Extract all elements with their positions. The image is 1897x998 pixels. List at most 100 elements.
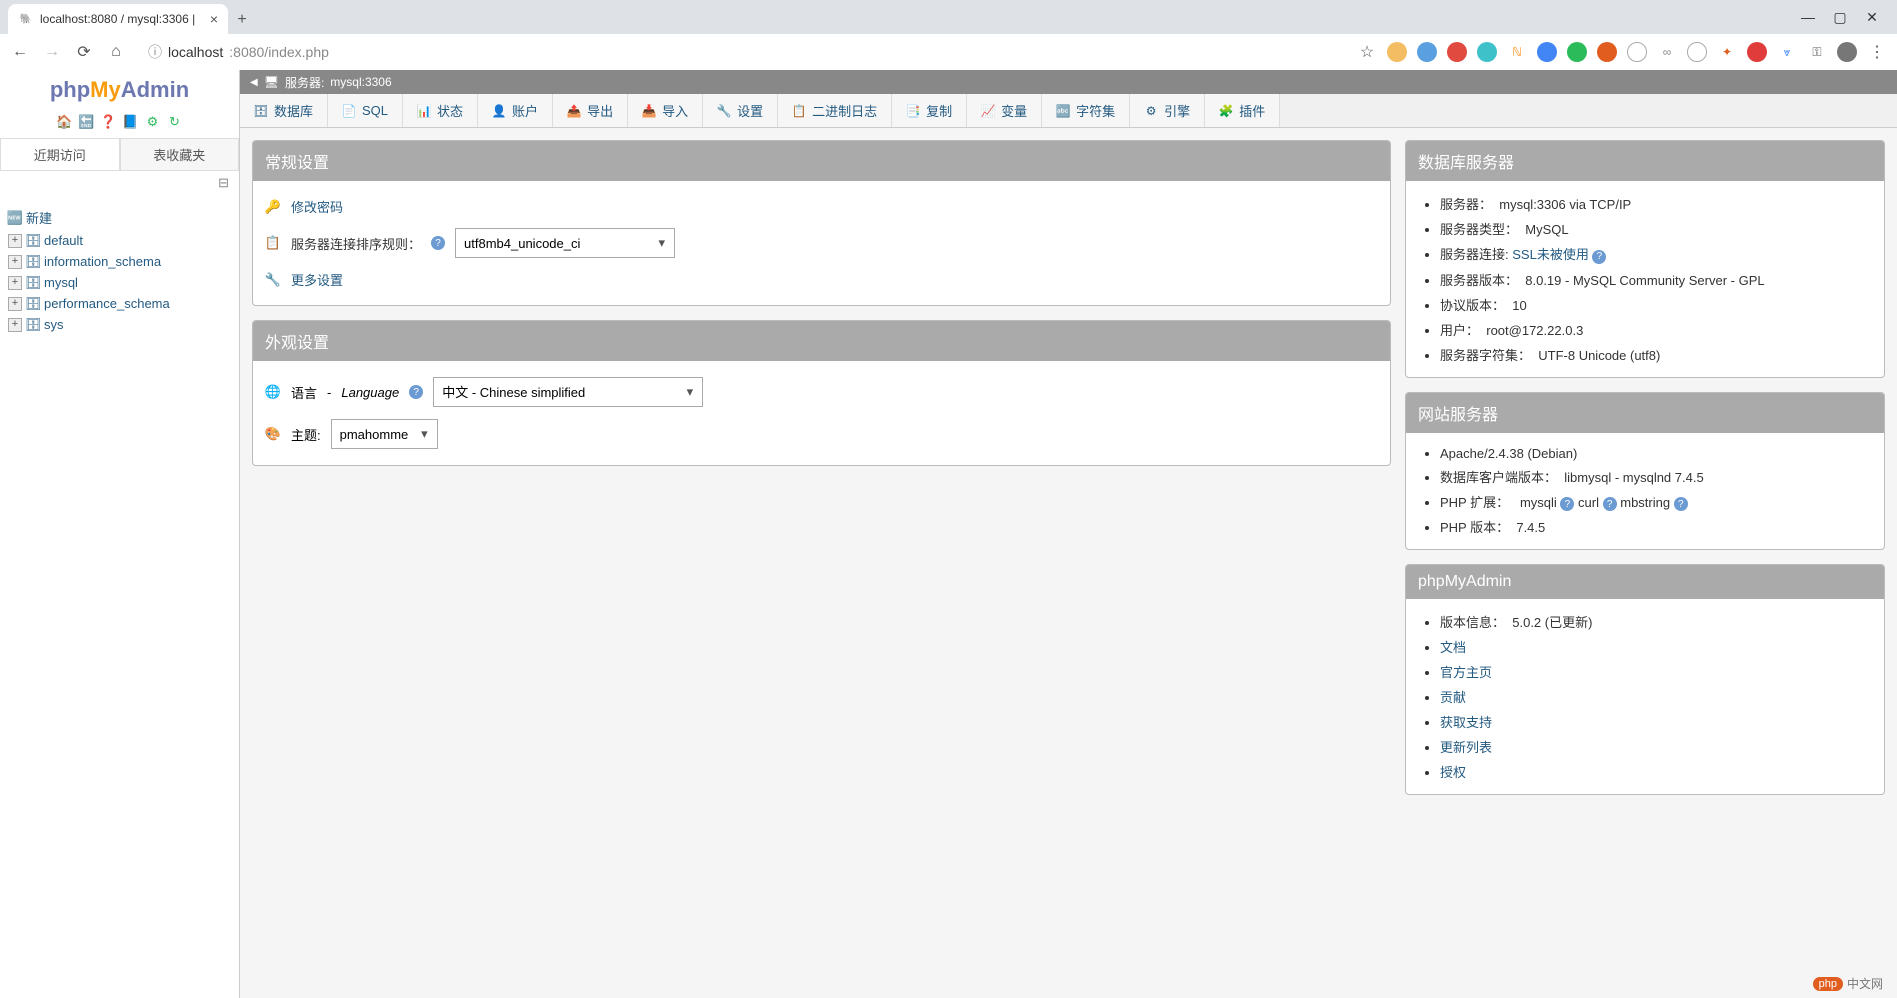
panel-title: 外观设置 [253,321,1390,361]
sidebar-tab-favorites[interactable]: 表收藏夹 [120,138,240,170]
server-value: mysql:3306 [330,75,391,89]
tab-settings[interactable]: 🔧设置 [703,94,778,127]
collapse-left-icon[interactable]: ◀ [250,77,258,88]
help-icon[interactable]: ? [409,385,423,399]
db-server-panel: 数据库服务器 服务器： mysql:3306 via TCP/IP 服务器类型：… [1405,140,1885,378]
tab-databases[interactable]: 🗄数据库 [240,94,328,127]
expand-icon[interactable]: + [8,234,22,248]
tab-replication[interactable]: 📑复制 [892,94,967,127]
theme-select[interactable]: pmahomme [331,419,438,449]
tab-charsets[interactable]: 🔤字符集 [1042,94,1130,127]
ext-icon[interactable] [1537,42,1557,62]
appearance-panel: 外观设置 🌐 语言 - Language ? 中文 - Chinese simp… [252,320,1391,466]
avatar-icon[interactable] [1837,42,1857,62]
ext-icon[interactable]: ∞ [1657,42,1677,62]
tab-import[interactable]: 📥导入 [628,94,703,127]
ext-icon[interactable]: ✦ [1717,42,1737,62]
docs-icon[interactable]: ❓ [101,114,117,130]
url-field[interactable]: ⓘ localhost:8080/index.php [138,38,339,66]
minimize-button[interactable]: — [1801,10,1815,24]
ssl-warning-link[interactable]: SSL未被使用 [1512,247,1589,262]
back-button[interactable]: ← [10,42,30,62]
phpmyadmin-logo[interactable]: phpMyAdmin [0,70,239,110]
logout-icon[interactable]: 🔚 [79,114,95,130]
help-icon[interactable]: ? [1592,250,1606,264]
maximize-button[interactable]: ▢ [1833,10,1847,24]
ext-icon[interactable]: ℕ [1507,42,1527,62]
content-row: 常规设置 🔑 修改密码 📋 服务器连接排序规则： ? u [240,128,1897,807]
browser-tab[interactable]: 🐘 localhost:8080 / mysql:3306 | × [8,4,228,34]
favicon-icon: 🐘 [18,11,34,27]
home-button[interactable]: ⌂ [106,42,126,62]
ext-icon[interactable] [1387,42,1407,62]
help-icon[interactable]: ? [1674,497,1688,511]
charset-icon: 🔤 [1056,104,1070,118]
tab-variables[interactable]: 📈变量 [967,94,1042,127]
expand-icon[interactable]: + [8,318,22,332]
help-icon[interactable]: ? [1603,497,1617,511]
ext-icon[interactable] [1627,42,1647,62]
tree-db-item[interactable]: + 🗄 mysql [6,272,233,293]
tab-engines[interactable]: ⚙引擎 [1130,94,1205,127]
ext-icon[interactable] [1597,42,1617,62]
watermark-badge: php [1813,977,1843,991]
tree-db-item[interactable]: + 🗄 default [6,230,233,251]
pma-link-license[interactable]: 授权 [1440,765,1466,780]
settings-icon[interactable]: 📘 [123,114,139,130]
pma-link-home[interactable]: 官方主页 [1440,665,1492,680]
expand-icon[interactable]: + [8,297,22,311]
tree-db-item[interactable]: + 🗄 sys [6,314,233,335]
tree-db-item[interactable]: + 🗄 information_schema [6,251,233,272]
ext-icon[interactable] [1417,42,1437,62]
site-info-icon[interactable]: ⓘ [148,42,162,62]
tree-new-db[interactable]: 🆕 新建 [6,205,233,230]
forward-button[interactable]: → [42,42,62,62]
sidebar-tab-recent[interactable]: 近期访问 [0,138,120,170]
pma-link-contribute[interactable]: 贡献 [1440,690,1466,705]
reload-button[interactable]: ⟳ [74,42,94,62]
key-icon[interactable]: ⚿ [1807,42,1827,62]
reload-icon[interactable]: ↻ [167,114,183,130]
new-tab-button[interactable]: + [228,6,256,34]
tree-new-label: 新建 [26,208,52,227]
ext-icon[interactable] [1747,42,1767,62]
tree-db-item[interactable]: + 🗄 performance_schema [6,293,233,314]
db-tree: 🆕 新建 + 🗄 default + 🗄 information_schema … [0,195,239,345]
extension-icons: ☆ ℕ ∞ ✦ ⩔ ⚿ ⋮ [1357,42,1887,62]
expand-icon[interactable]: + [8,276,22,290]
home-icon[interactable]: 🏠 [57,114,73,130]
ext-icon[interactable]: ⩔ [1777,42,1797,62]
panel-title: phpMyAdmin [1406,565,1884,599]
pma-link-support[interactable]: 获取支持 [1440,715,1492,730]
help-icon[interactable]: ? [431,236,445,250]
nav-settings-icon[interactable]: ⚙ [145,114,161,130]
pma-link-changes[interactable]: 更新列表 [1440,740,1492,755]
tab-accounts[interactable]: 👤账户 [478,94,553,127]
star-icon[interactable]: ☆ [1357,42,1377,62]
list-item: Apache/2.4.38 (Debian) [1440,443,1872,464]
ext-icon[interactable] [1447,42,1467,62]
collapse-icon[interactable]: ⊟ [208,171,239,195]
tab-sql[interactable]: 📄SQL [328,94,403,127]
close-tab-icon[interactable]: × [210,11,218,27]
language-select[interactable]: 中文 - Chinese simplified [433,377,703,407]
db-name: mysql [44,275,78,290]
ext-icon[interactable] [1477,42,1497,62]
menu-icon[interactable]: ⋮ [1867,42,1887,62]
tab-binlog[interactable]: 📋二进制日志 [778,94,892,127]
pma-link-docs[interactable]: 文档 [1440,640,1466,655]
expand-icon[interactable]: + [8,255,22,269]
tab-plugins[interactable]: 🧩插件 [1205,94,1280,127]
more-settings-link[interactable]: 更多设置 [291,270,343,289]
change-password-link[interactable]: 修改密码 [291,197,343,216]
tab-status[interactable]: 📊状态 [403,94,478,127]
close-window-button[interactable]: ✕ [1865,10,1879,24]
help-icon[interactable]: ? [1560,497,1574,511]
ext-icon[interactable] [1687,42,1707,62]
collation-select[interactable]: utf8mb4_unicode_ci [455,228,675,258]
binlog-icon: 📋 [792,104,806,118]
web-server-panel: 网站服务器 Apache/2.4.38 (Debian) 数据库客户端版本： l… [1405,392,1885,551]
app-root: phpMyAdmin 🏠 🔚 ❓ 📘 ⚙ ↻ 近期访问 表收藏夹 ⊟ 🆕 新建 … [0,70,1897,998]
tab-export[interactable]: 📤导出 [553,94,628,127]
ext-icon[interactable] [1567,42,1587,62]
